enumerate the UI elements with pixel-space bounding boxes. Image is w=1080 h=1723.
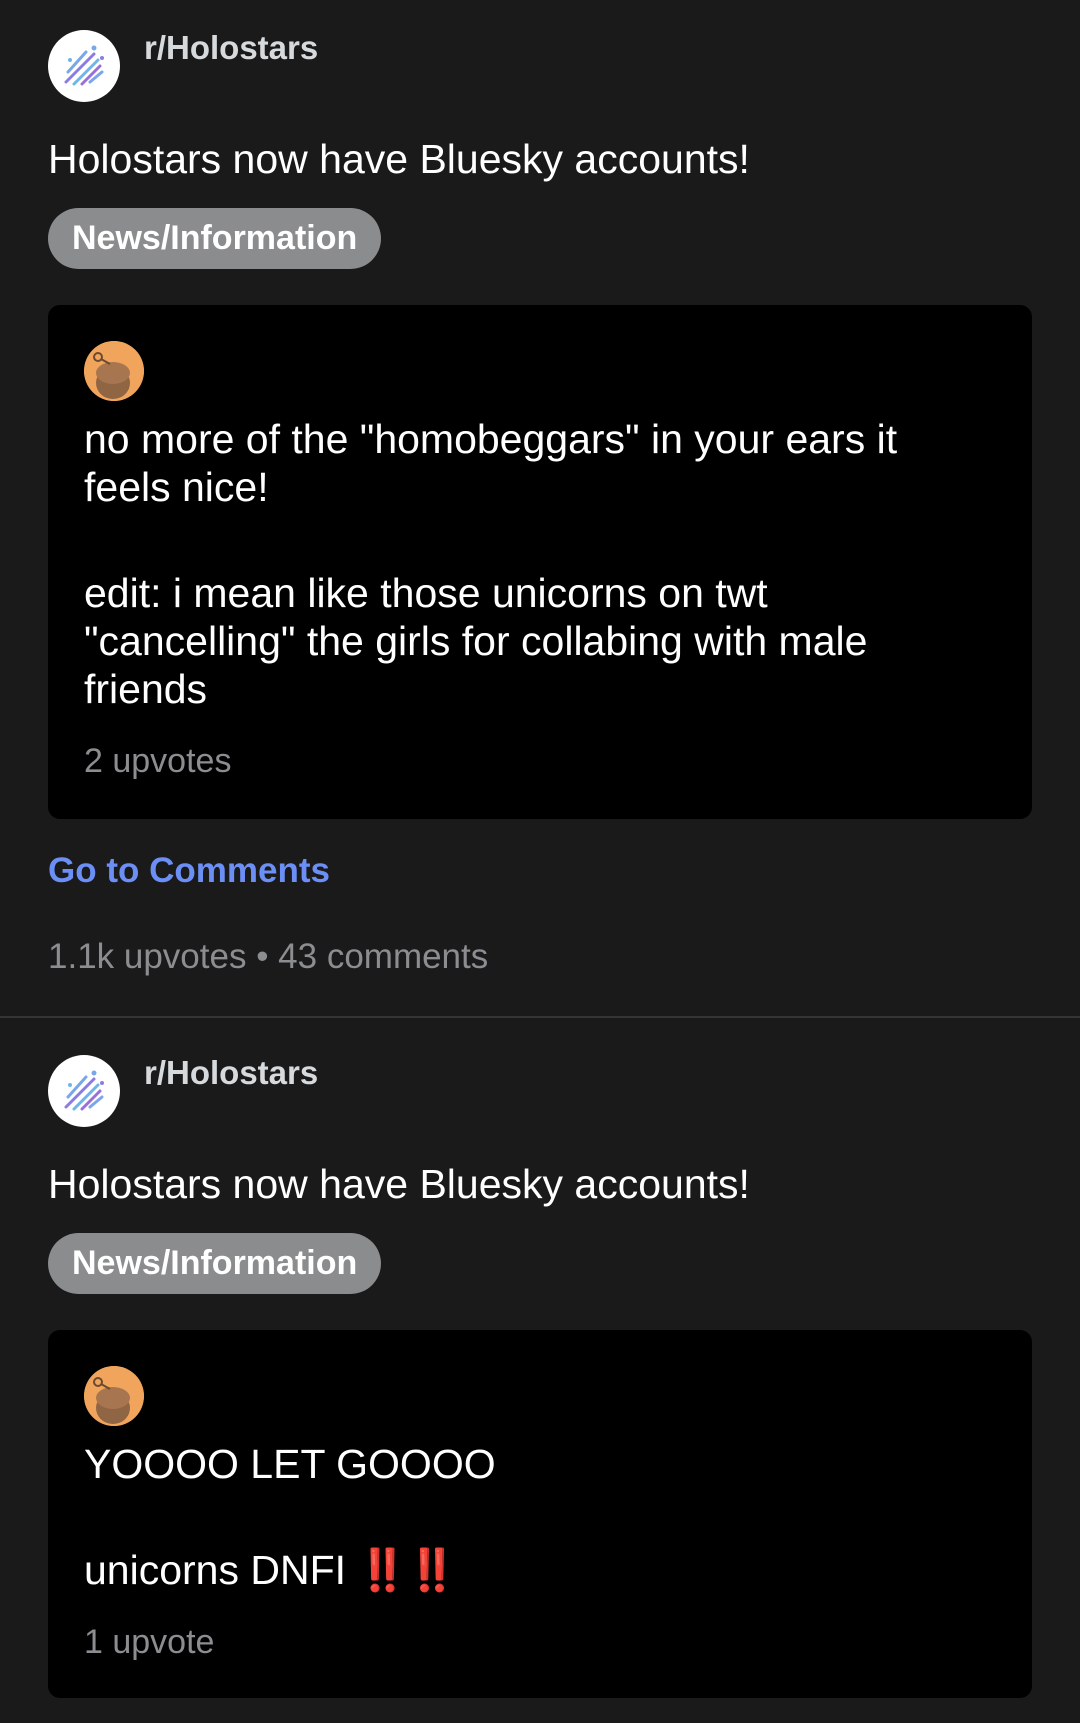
- comment-upvotes: 2 upvotes: [84, 742, 232, 780]
- comment-card[interactable]: YOOOO LET GOOOO unicorns DNFI ‼️‼️ 1 upv…: [48, 1330, 1032, 1698]
- post-title[interactable]: Holostars now have Bluesky accounts!: [48, 1159, 750, 1209]
- subreddit-name[interactable]: r/Holostars: [144, 28, 318, 68]
- post-stats: 1.1k upvotes • 43 comments: [48, 937, 489, 976]
- subreddit-name[interactable]: r/Holostars: [144, 1053, 318, 1093]
- comment-upvotes: 1 upvote: [84, 1623, 215, 1661]
- post-flair[interactable]: News/Information: [48, 208, 382, 269]
- comment-paragraph: YOOOO LET GOOOO: [84, 1441, 496, 1487]
- comment-text: unicorns DNFI: [84, 1547, 358, 1593]
- holostars-logo-icon[interactable]: [48, 1055, 120, 1127]
- divider: [0, 1016, 1080, 1018]
- comment-body: no more of the "homobeggars" in your ear…: [84, 415, 984, 713]
- double-exclamation-icon: ‼️‼️: [357, 1547, 457, 1593]
- reddit-snoo-avatar-icon[interactable]: [84, 341, 144, 401]
- post-title[interactable]: Holostars now have Bluesky accounts!: [48, 134, 750, 184]
- comment-paragraph: unicorns DNFI ‼️‼️: [84, 1546, 984, 1594]
- comment-paragraph: edit: i mean like those unicorns on twt …: [84, 570, 868, 712]
- comment-paragraph: no more of the "homobeggars" in your ear…: [84, 416, 898, 510]
- comment-card[interactable]: no more of the "homobeggars" in your ear…: [48, 305, 1032, 819]
- post-flair[interactable]: News/Information: [48, 1233, 382, 1294]
- holostars-logo-icon[interactable]: [48, 30, 120, 102]
- go-to-comments-link[interactable]: Go to Comments: [48, 851, 330, 891]
- reddit-snoo-avatar-icon[interactable]: [84, 1366, 144, 1426]
- comment-body: YOOOO LET GOOOO unicorns DNFI ‼️‼️: [84, 1440, 984, 1594]
